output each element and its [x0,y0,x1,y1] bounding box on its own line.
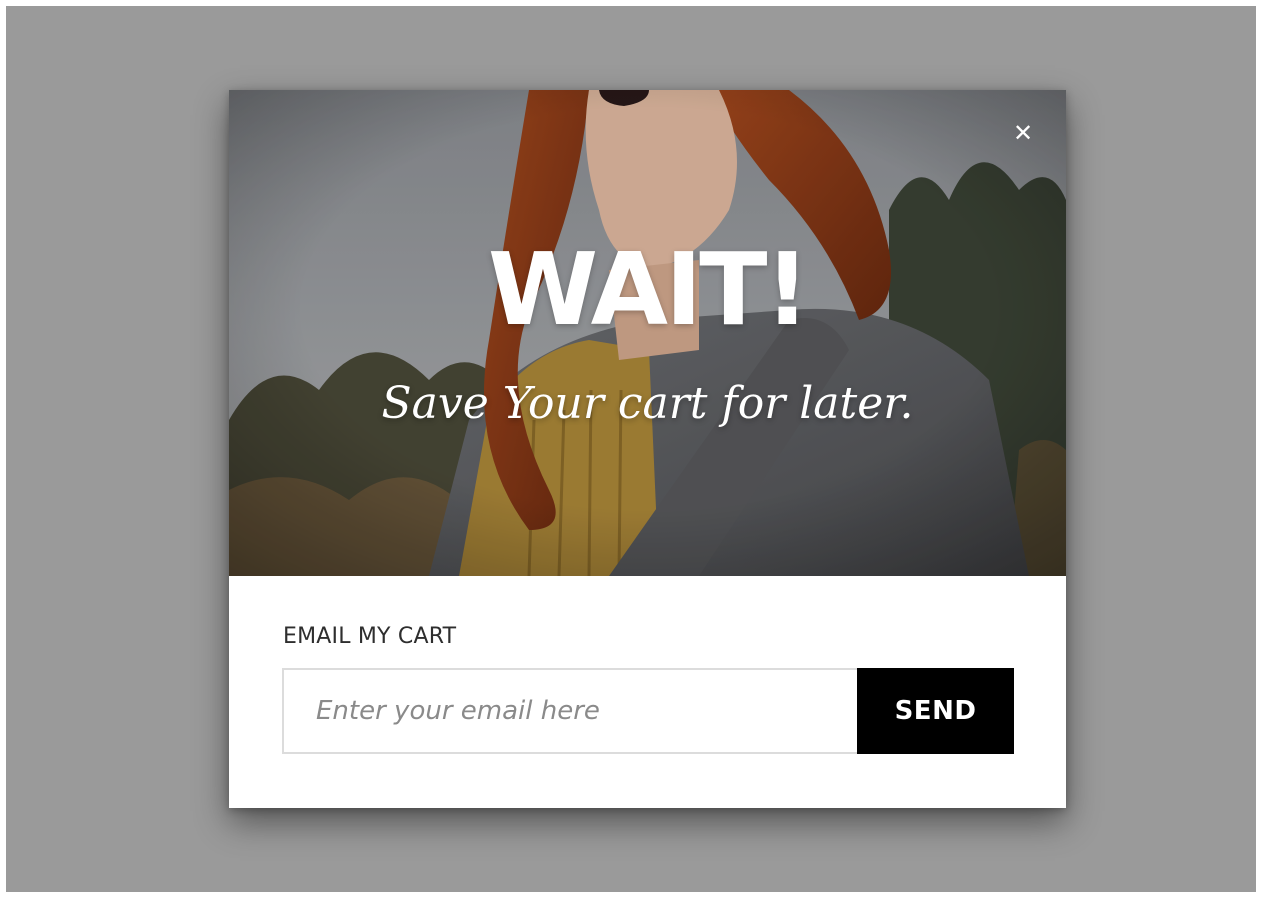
email-form: EMAIL MY CART SEND [229,576,1066,808]
popup-headline: WAIT! [487,231,810,348]
email-input[interactable] [282,668,857,754]
send-button[interactable]: SEND [857,668,1014,754]
close-icon[interactable]: ✕ [1008,118,1038,148]
email-form-label: EMAIL MY CART [283,624,457,649]
hero-image: ✕ WAIT! Save Your cart for later. [229,90,1066,576]
email-cart-popup: ✕ WAIT! Save Your cart for later. EMAIL … [229,90,1066,808]
popup-subheadline: Save Your cart for later. [381,378,914,429]
